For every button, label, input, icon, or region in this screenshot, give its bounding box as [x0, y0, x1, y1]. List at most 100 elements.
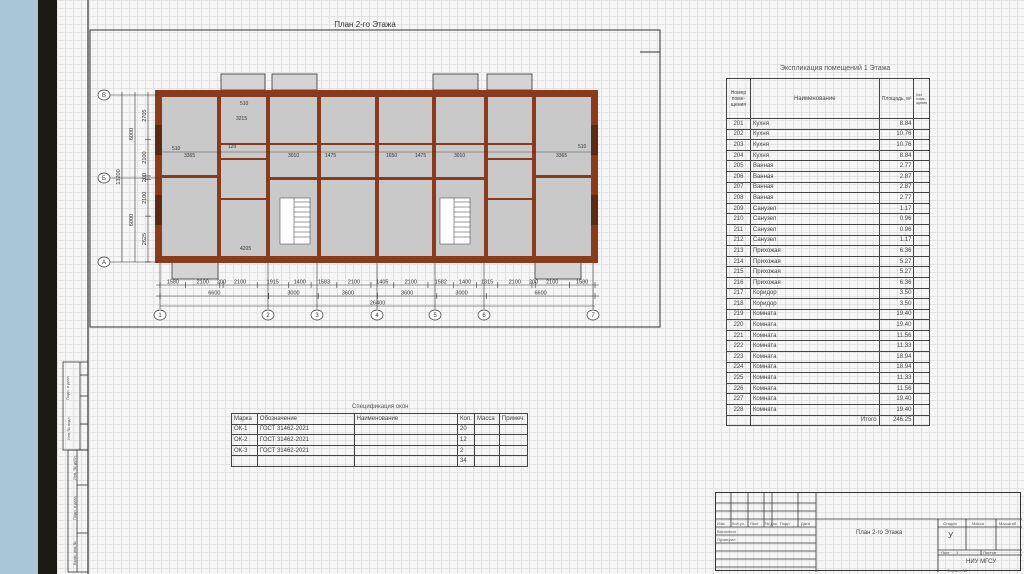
window-spec-table: Марка Обозначение Наименование Кол. Масса При… [231, 413, 529, 467]
table-row: 217 Коридор 3.50 [726, 287, 930, 300]
building-plan [155, 90, 598, 263]
dimension-label: 2100 [546, 280, 558, 286]
spec-header: Примеч. [498, 413, 529, 425]
room-category [913, 160, 930, 172]
spec-cell [498, 455, 529, 467]
spec-cell: 20 [456, 423, 475, 436]
room-number: 211 [726, 223, 751, 236]
room-name: Прихожая [749, 266, 880, 278]
dimension-label: 2100 [234, 280, 246, 286]
room-area: 18.94 [878, 361, 915, 374]
spec-cell [353, 423, 458, 436]
room-name: Ванная [749, 181, 880, 194]
room-name: Санузел [749, 213, 880, 225]
title-block: Изм. Кол.уч. Лист № док. Подп. Дата Выпо… [715, 492, 1022, 572]
room-category [913, 202, 930, 215]
room-dimension-label: 1475 [325, 153, 336, 159]
table-row: 202 Кухня 10.76 [726, 128, 930, 141]
room-number: 213 [726, 245, 751, 257]
room-dimension-label: 3010 [288, 153, 299, 159]
room-area: 6.36 [878, 276, 915, 289]
room-number: 221 [726, 329, 751, 342]
room-area: 2.87 [878, 181, 915, 194]
spec-cell: ГОСТ 31462-2021 [256, 434, 355, 446]
room-area: 11.33 [878, 340, 915, 353]
room-category [913, 181, 930, 194]
room-area: 3.50 [878, 298, 915, 310]
dimension-label: 200 [529, 280, 538, 286]
table-row: 204 Кухня 8.84 [726, 149, 930, 162]
table-row: 228 Комната 19.40 [726, 404, 930, 416]
header-row: Марка Обозначение Наименование Кол. Масса При… [231, 413, 529, 425]
room-category [913, 319, 930, 331]
table-row: 34 [231, 455, 529, 467]
room-area: 8.84 [878, 149, 915, 162]
room-category [913, 329, 930, 342]
table-row: 201 Кухня 8.84 [726, 118, 930, 130]
spec-cell [473, 455, 500, 467]
axis-label: В [102, 93, 106, 99]
dimension-label: 1405 [376, 280, 388, 286]
room-area: 1.17 [878, 234, 915, 247]
dimension-total-left: 13200 [116, 169, 122, 184]
table-row: 203 Кухня 10.76 [726, 139, 930, 151]
spec-cell [473, 423, 500, 436]
dimension-label: 1915 [267, 280, 279, 286]
room-area: 10.76 [878, 128, 915, 141]
room-name: Прихожая [749, 276, 880, 289]
room-number: 208 [726, 192, 751, 204]
sheets-label: Листов [983, 550, 996, 555]
room-name: Кухня [749, 149, 880, 162]
table-row: 223 Комната 18.94 [726, 351, 930, 363]
room-category [913, 170, 930, 183]
table-row: 216 Прихожая 6.36 [726, 276, 930, 289]
room-area: 0.96 [878, 213, 915, 225]
dimension-label: 1400 [294, 280, 306, 286]
blank [726, 414, 751, 427]
room-dimension-label: 1650 [386, 153, 397, 159]
dimension-label: 200 [217, 280, 226, 286]
room-category [913, 192, 930, 204]
dimension-label: 3600 [342, 291, 354, 297]
spec-cell: ОК-1 [231, 423, 258, 436]
dimension-label: 200 [142, 173, 148, 182]
spec-cell: ГОСТ 31462-2021 [256, 444, 355, 457]
table-row: 224 Комната 18.94 [726, 361, 930, 374]
room-number: 201 [726, 118, 751, 130]
dimension-label: 6600 [208, 291, 220, 297]
room-category [913, 298, 930, 310]
room-name: Комната [749, 340, 880, 353]
drawing-title: План 2-го Этажа [856, 530, 903, 536]
dimension-label: 2100 [405, 280, 417, 286]
room-name: Комната [749, 372, 880, 384]
sheet-number: 1 [956, 550, 959, 555]
col-change: Изм. [717, 521, 726, 526]
room-number: 215 [726, 266, 751, 278]
room-number: 228 [726, 404, 751, 416]
room-name: Прихожая [749, 245, 880, 257]
room-name: Ванная [749, 170, 880, 183]
dimension-label: 6000 [129, 214, 135, 226]
table-row: 222 Комната 11.33 [726, 340, 930, 353]
room-number: 204 [726, 149, 751, 162]
room-area: 19.40 [878, 308, 915, 321]
dimension-label: 1400 [459, 280, 471, 286]
table-row: 205 Ванная 2.77 [726, 160, 930, 172]
dimension-label: 6600 [535, 291, 547, 297]
room-area: 5.27 [878, 266, 915, 278]
table-row: 218 Коридор 3.50 [726, 298, 930, 310]
scale-label: Масштаб [999, 521, 1017, 526]
room-dimension-label: 510 [172, 146, 181, 152]
spec-header: Обозначение [256, 413, 355, 425]
rooms-table: Номер поме-щения Наименование Площадь, м… [726, 78, 930, 427]
room-category [913, 213, 930, 225]
header-category: Кат. поме-щения [913, 78, 930, 119]
room-area: 1.17 [878, 202, 915, 215]
dimension-label: 2100 [197, 280, 209, 286]
room-area: 19.40 [878, 393, 915, 406]
room-category [913, 223, 930, 236]
room-area: 5.27 [878, 255, 915, 268]
room-category [913, 361, 930, 374]
col-sheet: Лист [750, 521, 759, 526]
room-number: 227 [726, 393, 751, 406]
